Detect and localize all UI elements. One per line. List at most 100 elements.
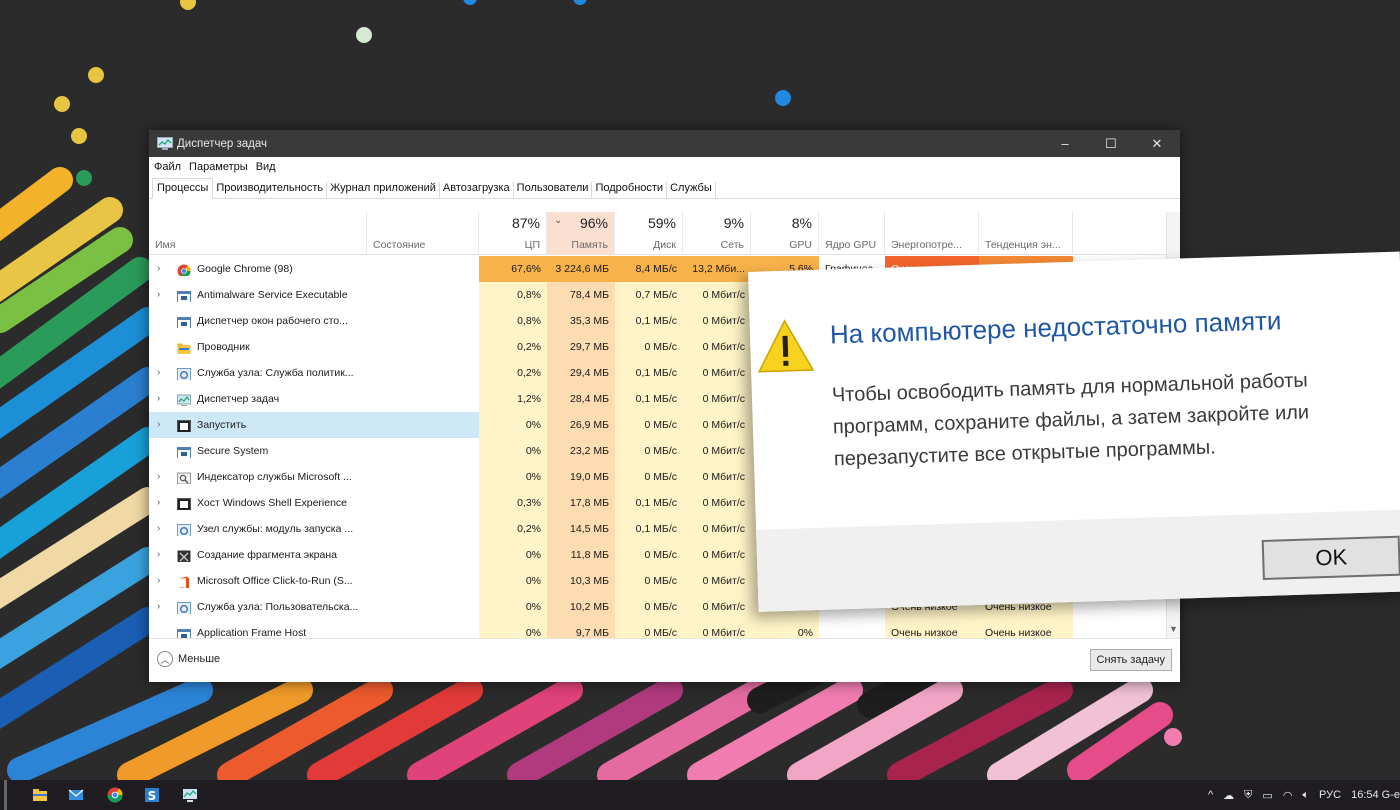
tray-chevron-icon[interactable]: ^ bbox=[1208, 789, 1213, 801]
col-gpu[interactable]: 8% GPU bbox=[751, 212, 819, 255]
taskmgr-taskbar-icon[interactable] bbox=[182, 787, 198, 803]
expand-chevron-icon[interactable]: › bbox=[157, 256, 169, 282]
network-value: 0 Мбит/с bbox=[683, 464, 751, 490]
process-name: Диспетчер задач bbox=[197, 393, 280, 405]
scroll-down-icon[interactable]: ▼ bbox=[1169, 624, 1178, 634]
memory-value: 28,4 МБ bbox=[547, 386, 615, 412]
col-power-trend[interactable]: Тенденция эн... bbox=[979, 212, 1073, 255]
tab-users[interactable]: Пользователи bbox=[514, 182, 593, 198]
col-gpu-engine-label: Ядро GPU bbox=[825, 239, 877, 251]
disk-value: 0 МБ/с bbox=[615, 620, 683, 638]
col-gpu-engine[interactable]: Ядро GPU bbox=[819, 212, 885, 255]
menu-options[interactable]: Параметры bbox=[189, 161, 248, 173]
window-icon bbox=[177, 418, 191, 432]
s-app-icon[interactable]: S bbox=[144, 787, 160, 803]
process-name: Secure System bbox=[197, 445, 269, 457]
process-name: Google Chrome (98) bbox=[197, 263, 293, 275]
disk-value: 0 МБ/с bbox=[615, 594, 683, 620]
expand-chevron-icon[interactable] bbox=[157, 620, 169, 638]
expand-chevron-icon[interactable] bbox=[157, 334, 169, 360]
col-power[interactable]: Энергопотре... bbox=[885, 212, 979, 255]
mail-icon[interactable] bbox=[68, 787, 84, 803]
col-network-label: Сеть bbox=[720, 239, 744, 251]
battery-icon[interactable]: ▭ bbox=[1262, 789, 1272, 802]
expand-chevron-icon[interactable]: › bbox=[157, 386, 169, 412]
expand-chevron-icon[interactable]: › bbox=[157, 490, 169, 516]
start-edge[interactable] bbox=[4, 780, 7, 810]
file-explorer-icon[interactable] bbox=[32, 787, 48, 803]
process-name: Antimalware Service Executable bbox=[197, 289, 348, 301]
disk-value: 0,1 МБ/с bbox=[615, 516, 683, 542]
tab-details[interactable]: Подробности bbox=[592, 182, 668, 198]
gear-icon bbox=[177, 522, 191, 536]
expand-chevron-icon[interactable]: › bbox=[157, 360, 169, 386]
memory-value: 9,7 МБ bbox=[547, 620, 615, 638]
process-name: Microsoft Office Click-to-Run (S... bbox=[197, 575, 353, 587]
network-value: 0 Мбит/с bbox=[683, 594, 751, 620]
col-memory[interactable]: ⌄ 96% Память bbox=[547, 212, 615, 255]
sort-down-icon: ⌄ bbox=[554, 215, 563, 226]
tab-services[interactable]: Службы bbox=[667, 182, 716, 198]
menu-file[interactable]: Файл bbox=[154, 161, 181, 173]
onedrive-icon[interactable]: ☁ bbox=[1223, 789, 1234, 802]
expand-chevron-icon[interactable]: › bbox=[157, 542, 169, 568]
expand-chevron-icon[interactable] bbox=[157, 438, 169, 464]
expand-chevron-icon[interactable]: › bbox=[157, 464, 169, 490]
title-bar: Диспетчер задач – ☐ ✕ bbox=[149, 130, 1180, 157]
chrome-icon bbox=[177, 262, 191, 276]
dialog-message: Чтобы освободить память для нормальной р… bbox=[831, 369, 1310, 471]
col-network[interactable]: 9% Сеть bbox=[683, 212, 751, 255]
memory-total: 96% bbox=[579, 215, 608, 231]
ok-button[interactable]: OK bbox=[1261, 535, 1400, 580]
memory-value: 10,3 МБ bbox=[547, 568, 615, 594]
expand-chevron-icon[interactable]: › bbox=[157, 568, 169, 594]
col-name-label: Имя bbox=[155, 239, 176, 251]
wifi-icon[interactable]: ◠ bbox=[1283, 789, 1293, 802]
memory-value: 29,4 МБ bbox=[547, 360, 615, 386]
col-status[interactable]: Состояние bbox=[367, 212, 479, 255]
footer: ︿ Меньше Снять задачу bbox=[149, 638, 1180, 682]
snip-icon bbox=[177, 548, 191, 562]
cpu-value: 67,6% bbox=[479, 256, 547, 282]
taskmgr-icon bbox=[157, 136, 173, 150]
volume-icon[interactable]: 🔈︎ bbox=[1302, 789, 1309, 802]
expand-chevron-icon[interactable] bbox=[157, 308, 169, 334]
expand-chevron-icon[interactable]: › bbox=[157, 412, 169, 438]
process-name: Проводник bbox=[197, 341, 250, 353]
folder-icon bbox=[177, 340, 191, 354]
col-name[interactable]: Имя bbox=[149, 212, 367, 255]
disk-value: 0,1 МБ/с bbox=[615, 386, 683, 412]
tab-performance[interactable]: Производительность bbox=[213, 182, 328, 198]
security-icon[interactable]: ⛨ bbox=[1244, 789, 1252, 802]
tab-bar: Процессы Производительность Журнал прило… bbox=[149, 177, 1180, 199]
col-cpu[interactable]: 87% ЦП bbox=[479, 212, 547, 255]
fewer-details-button[interactable]: ︿ Меньше bbox=[157, 651, 220, 667]
clock[interactable]: 16:54 G-e bbox=[1351, 789, 1400, 801]
close-button[interactable]: ✕ bbox=[1134, 130, 1180, 157]
end-task-button[interactable]: Снять задачу bbox=[1089, 649, 1172, 671]
gear-icon bbox=[177, 600, 191, 614]
col-power-label: Энергопотре... bbox=[891, 239, 962, 251]
expand-chevron-icon[interactable]: › bbox=[157, 594, 169, 620]
expand-chevron-icon[interactable]: › bbox=[157, 282, 169, 308]
memory-value: 17,8 МБ bbox=[547, 490, 615, 516]
expand-chevron-icon[interactable]: › bbox=[157, 516, 169, 542]
chrome-icon[interactable] bbox=[107, 787, 123, 803]
tab-startup[interactable]: Автозагрузка bbox=[440, 182, 514, 198]
maximize-button[interactable]: ☐ bbox=[1088, 130, 1134, 157]
memory-value: 3 224,6 МБ bbox=[547, 256, 615, 282]
process-name: Создание фрагмента экрана bbox=[197, 549, 337, 561]
col-gpu-label: GPU bbox=[789, 239, 812, 251]
minimize-button[interactable]: – bbox=[1042, 130, 1088, 157]
memory-value: 35,3 МБ bbox=[547, 308, 615, 334]
col-disk-label: Диск bbox=[653, 239, 676, 251]
col-memory-label: Память bbox=[571, 239, 608, 251]
menu-bar: Файл Параметры Вид bbox=[149, 157, 1180, 177]
menu-view[interactable]: Вид bbox=[256, 161, 276, 173]
tab-processes[interactable]: Процессы bbox=[152, 178, 214, 199]
col-disk[interactable]: 59% Диск bbox=[615, 212, 683, 255]
network-value: 0 Мбит/с bbox=[683, 516, 751, 542]
language-indicator[interactable]: РУС bbox=[1319, 789, 1341, 801]
tab-app-history[interactable]: Журнал приложений bbox=[327, 182, 440, 198]
table-row[interactable]: Application Frame Host 0% 9,7 МБ 0 МБ/с 0 Мб… bbox=[149, 620, 1169, 638]
